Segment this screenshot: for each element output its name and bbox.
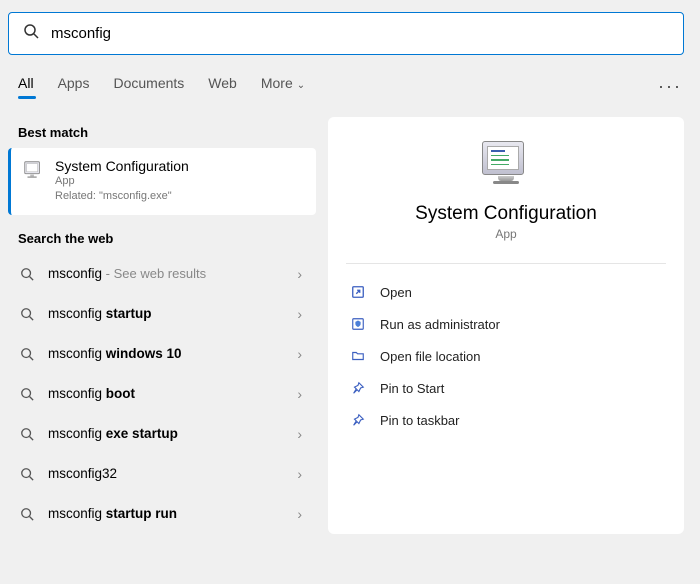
pin-icon xyxy=(350,412,366,428)
web-result-text: msconfig windows 10 xyxy=(48,346,283,361)
tab-documents[interactable]: Documents xyxy=(113,75,184,97)
action-label: Pin to taskbar xyxy=(380,413,460,428)
best-match-title: System Configuration xyxy=(55,158,189,174)
web-result[interactable]: msconfig - See web results › xyxy=(8,254,316,294)
search-icon xyxy=(20,427,34,441)
results-column: Best match System Configuration App Rela… xyxy=(8,117,316,534)
search-icon xyxy=(20,267,34,281)
pin-icon xyxy=(350,380,366,396)
action-label: Open file location xyxy=(380,349,480,364)
search-bar[interactable] xyxy=(8,12,684,55)
web-result-text: msconfig - See web results xyxy=(48,266,283,281)
chevron-right-icon: › xyxy=(297,266,302,282)
best-match-type: App xyxy=(55,174,189,189)
app-icon xyxy=(21,158,45,182)
web-results-list: msconfig - See web results › msconfig st… xyxy=(8,254,316,534)
more-options-button[interactable]: ··· xyxy=(658,76,682,97)
web-result[interactable]: msconfig startup run › xyxy=(8,494,316,534)
best-match-result[interactable]: System Configuration App Related: "mscon… xyxy=(8,148,316,215)
chevron-right-icon: › xyxy=(297,346,302,362)
tab-web[interactable]: Web xyxy=(208,75,237,97)
search-icon xyxy=(20,467,34,481)
web-result[interactable]: msconfig boot › xyxy=(8,374,316,414)
best-match-related: Related: "msconfig.exe" xyxy=(55,189,189,204)
chevron-right-icon: › xyxy=(297,466,302,482)
search-icon xyxy=(20,347,34,361)
best-match-heading: Best match xyxy=(18,125,316,140)
search-input[interactable] xyxy=(51,25,669,42)
web-search-heading: Search the web xyxy=(18,231,316,246)
detail-app-icon xyxy=(482,141,530,189)
content: Best match System Configuration App Rela… xyxy=(0,105,700,534)
folder-icon xyxy=(350,348,366,364)
chevron-right-icon: › xyxy=(297,306,302,322)
filter-tabs: All Apps Documents Web More ⌄ ··· xyxy=(0,55,700,105)
web-result-text: msconfig boot xyxy=(48,386,283,401)
web-result-text: msconfig startup run xyxy=(48,506,283,521)
web-result[interactable]: msconfig exe startup › xyxy=(8,414,316,454)
shield-icon xyxy=(350,316,366,332)
action-label: Open xyxy=(380,285,412,300)
web-result[interactable]: msconfig windows 10 › xyxy=(8,334,316,374)
web-result-text: msconfig exe startup xyxy=(48,426,283,441)
web-result-text: msconfig32 xyxy=(48,466,283,481)
web-result[interactable]: msconfig startup › xyxy=(8,294,316,334)
action-label: Run as administrator xyxy=(380,317,500,332)
action-open[interactable]: Open xyxy=(346,276,666,308)
chevron-right-icon: › xyxy=(297,506,302,522)
best-match-text: System Configuration App Related: "mscon… xyxy=(55,158,189,205)
chevron-right-icon: › xyxy=(297,426,302,442)
search-icon xyxy=(23,23,39,44)
web-result-text: msconfig startup xyxy=(48,306,283,321)
chevron-right-icon: › xyxy=(297,386,302,402)
tab-all[interactable]: All xyxy=(18,75,34,97)
action-label: Pin to Start xyxy=(380,381,444,396)
action-pin-taskbar[interactable]: Pin to taskbar xyxy=(346,404,666,436)
chevron-down-icon: ⌄ xyxy=(297,80,305,91)
web-result[interactable]: msconfig32 › xyxy=(8,454,316,494)
tab-more[interactable]: More ⌄ xyxy=(261,75,305,97)
detail-panel: System Configuration App Open Run as adm… xyxy=(328,117,684,534)
open-icon xyxy=(350,284,366,300)
search-icon xyxy=(20,387,34,401)
search-icon xyxy=(20,507,34,521)
action-pin-start[interactable]: Pin to Start xyxy=(346,372,666,404)
tab-apps[interactable]: Apps xyxy=(58,75,90,97)
search-icon xyxy=(20,307,34,321)
action-open-location[interactable]: Open file location xyxy=(346,340,666,372)
action-run-admin[interactable]: Run as administrator xyxy=(346,308,666,340)
divider xyxy=(346,263,666,264)
tab-more-label: More xyxy=(261,75,293,91)
detail-title: System Configuration xyxy=(415,203,597,225)
detail-type: App xyxy=(495,227,516,241)
